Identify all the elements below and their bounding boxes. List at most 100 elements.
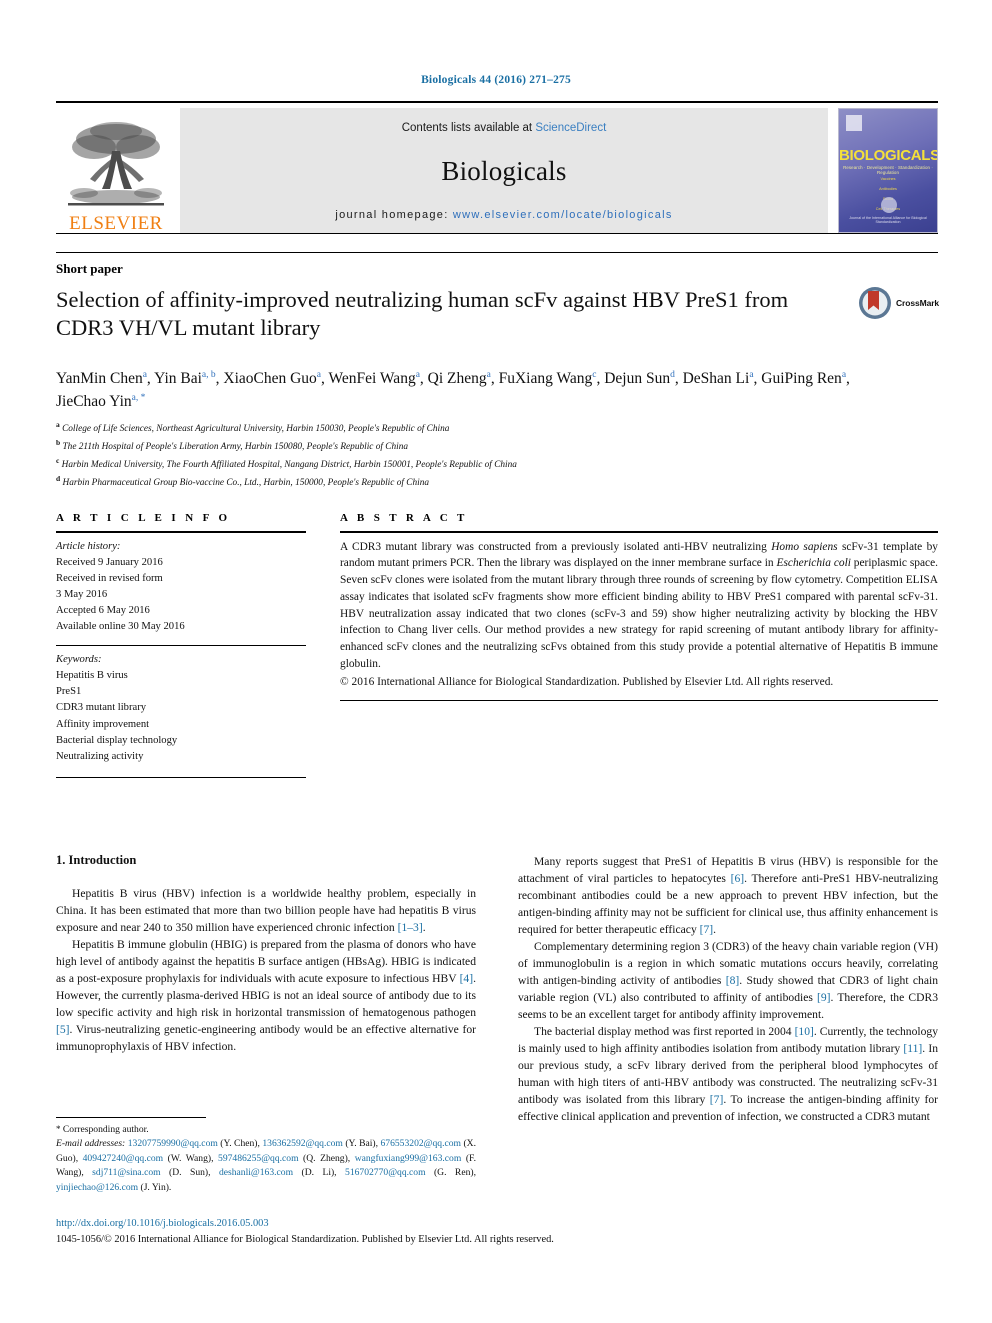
homepage-link[interactable]: www.elsevier.com/locate/biologicals — [453, 209, 673, 221]
keywords-label: Keywords: — [56, 654, 102, 666]
email-owner: (J. Yin). — [138, 1181, 172, 1193]
abstract-italic-homo-sapiens: Homo sapiens — [771, 540, 838, 553]
abstract-heading: A B S T R A C T — [340, 512, 468, 524]
elsevier-wordmark: ELSEVIER — [69, 213, 163, 234]
email-link[interactable]: 597486255@qq.com — [218, 1153, 299, 1164]
email-link[interactable]: 676553202@qq.com — [380, 1138, 461, 1149]
email-link[interactable]: deshanli@163.com — [219, 1167, 293, 1178]
citation-link[interactable]: [7] — [700, 923, 714, 936]
keyword-item: CDR3 mutant library — [56, 702, 147, 714]
body-column-left: Hepatitis B virus (HBV) infection is a w… — [56, 885, 476, 1055]
elsevier-tree-icon — [68, 122, 164, 206]
email-link[interactable]: 136362592@qq.com — [262, 1138, 343, 1149]
author-affiliation-mark: a — [415, 369, 420, 380]
author-name: JieChao Yin — [56, 393, 132, 411]
crossmark-icon — [858, 286, 892, 320]
citation-link[interactable]: [4] — [460, 972, 474, 985]
author-name: Qi Zheng — [427, 370, 487, 387]
journal-reference: Biologicals 44 (2016) 271–275 — [421, 74, 571, 86]
author-name: Dejun Sun — [604, 370, 671, 387]
email-link[interactable]: 409427240@qq.com — [83, 1153, 164, 1164]
cover-title: BIOLOGICALS — [839, 147, 938, 164]
citation-link[interactable]: [8] — [726, 974, 740, 987]
history-item: Received in revised form — [56, 572, 163, 584]
article-history-label: Article history: — [56, 540, 121, 552]
abstract-part3: periplasmic space. Seven scFv clones wer… — [340, 557, 938, 670]
cover-subtitle: Research · Development · Standardization… — [843, 165, 933, 175]
body-paragraph: Complementary determining region 3 (CDR3… — [518, 938, 938, 1023]
body-paragraph: Hepatitis B immune globulin (HBIG) is pr… — [56, 936, 476, 1055]
cover-footer-text: Journal of the International Alliance fo… — [849, 216, 927, 224]
email-link[interactable]: wangfuxiang999@163.com — [355, 1153, 462, 1164]
author-name: DeShan Li — [682, 370, 750, 387]
citation-link[interactable]: [9] — [817, 991, 831, 1004]
author-name: WenFei Wang — [328, 370, 416, 387]
author-affiliation-mark: a — [142, 369, 147, 380]
author-name: Yin Bai — [154, 370, 202, 387]
email-link[interactable]: 13207759990@qq.com — [128, 1138, 218, 1149]
author-affiliation-mark: a, * — [131, 393, 146, 404]
keyword-item: Affinity improvement — [56, 718, 150, 730]
contents-prefix: Contents lists available at — [401, 122, 536, 134]
article-info-rule — [56, 531, 306, 533]
email-owner: (Q. Zheng), — [298, 1152, 355, 1164]
citation-link[interactable]: [7] — [710, 1093, 724, 1106]
affiliation-mark: d — [56, 474, 61, 484]
cover-seal-icon — [881, 197, 897, 213]
crossmark-badge[interactable]: CrossMark — [858, 286, 942, 320]
citation-link[interactable]: [11] — [903, 1042, 922, 1055]
page-footer: http://dx.doi.org/10.1016/j.biologicals.… — [56, 1216, 756, 1247]
abstract-part1: A CDR3 mutant library was constructed fr… — [340, 540, 772, 553]
affiliation-item: c Harbin Medical University, The Fourth … — [56, 456, 517, 471]
cover-topic: Antibodies — [879, 186, 897, 191]
email-link[interactable]: sdj711@sina.com — [92, 1167, 160, 1178]
author-affiliation-mark: a — [841, 369, 847, 380]
abstract-rule — [340, 531, 938, 533]
contents-box: Contents lists available at ScienceDirec… — [180, 108, 828, 233]
affiliation-mark: c — [56, 456, 60, 466]
abstract-column: A B S T R A C T A CDR3 mutant library wa… — [340, 512, 938, 707]
history-item: 3 May 2016 — [56, 588, 108, 600]
email-link[interactable]: 516702770@qq.com — [345, 1167, 426, 1178]
journal-cover-thumbnail: BIOLOGICALS Research · Development · Sta… — [838, 108, 938, 233]
abstract-bottom-rule — [340, 700, 938, 702]
body-text: . Virus-neutralizing genetic-engineering… — [56, 1023, 476, 1054]
sciencedirect-link[interactable]: ScienceDirect — [535, 122, 606, 134]
keyword-item: Bacterial display technology — [56, 734, 178, 746]
author-name: GuiPing Ren — [761, 370, 842, 387]
email-addresses-label: E-mail addresses: — [56, 1138, 128, 1150]
cover-topic: Vaccines — [880, 177, 896, 181]
citation-link[interactable]: [6] — [731, 872, 745, 885]
email-owner: (D. Sun), — [160, 1167, 219, 1179]
keyword-item: PreS1 — [56, 686, 82, 698]
body-paragraph: Many reports suggest that PreS1 of Hepat… — [518, 853, 938, 938]
author-affiliation-mark: d — [670, 369, 675, 380]
citation-link[interactable]: [5] — [56, 1023, 70, 1036]
email-owner: (G. Ren), — [425, 1167, 476, 1179]
citation-link[interactable]: [10] — [795, 1025, 814, 1038]
body-paragraph: The bacterial display method was first r… — [518, 1023, 938, 1125]
homepage-prefix: journal homepage: — [335, 209, 453, 221]
author-name: YanMin Chen — [56, 370, 143, 387]
corresponding-author-text: Corresponding author. — [62, 1124, 149, 1135]
section-heading-introduction: 1. Introduction — [56, 853, 137, 867]
article-info-column: A R T I C L E I N F O Article history: R… — [56, 512, 306, 784]
doi-link[interactable]: http://dx.doi.org/10.1016/j.biologicals.… — [56, 1216, 756, 1232]
affiliation-mark: b — [56, 438, 61, 448]
article-page: Biologicals 44 (2016) 271–275 ELSEVIER C… — [0, 0, 992, 1323]
email-owner: (Y. Chen), — [217, 1138, 263, 1150]
author-affiliation-mark: c — [592, 369, 597, 380]
citation-link[interactable]: [1–3] — [398, 921, 423, 934]
elsevier-logo: ELSEVIER — [56, 108, 176, 233]
keyword-item: Hepatitis B virus — [56, 670, 128, 682]
affiliation-list: a College of Life Sciences, Northeast Ag… — [56, 419, 896, 492]
page-title: Selection of affinity-improved neutraliz… — [56, 287, 789, 341]
body-text: . — [422, 921, 426, 935]
article-history-block: Article history: Received 9 January 2016… — [56, 539, 306, 636]
email-owner: (W. Wang), — [163, 1152, 219, 1164]
email-link[interactable]: yinjiechao@126.com — [56, 1182, 138, 1193]
author-list: YanMin Chena, Yin Baia, b, XiaoChen Guoa… — [56, 369, 850, 411]
body-text: . — [713, 923, 717, 937]
article-info-bottom-rule — [56, 776, 306, 778]
affiliation-item: b The 211th Hospital of People's Liberat… — [56, 438, 409, 453]
